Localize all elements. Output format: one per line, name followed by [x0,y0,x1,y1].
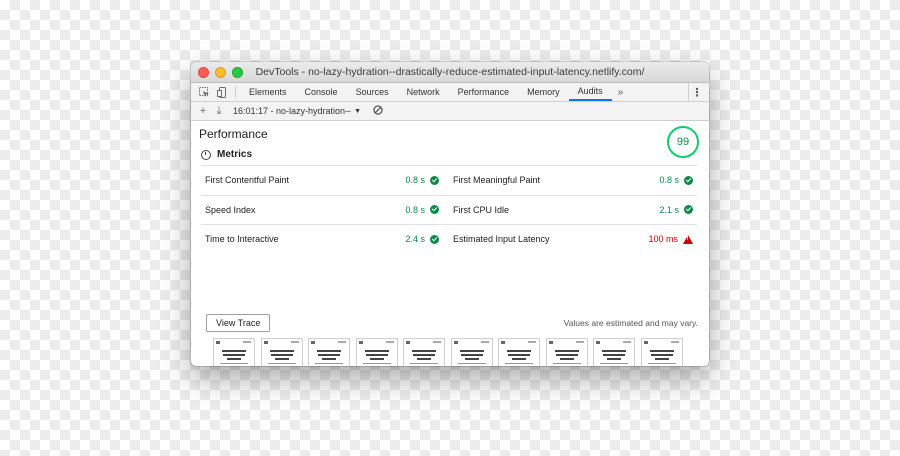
toolbar-divider [235,86,236,98]
more-tabs-icon[interactable]: » [612,83,630,101]
metric-estimated-input-latency: Estimated Input Latency 100 ms [449,225,697,254]
title-bar: DevTools - no-lazy-hydration--drasticall… [191,62,709,83]
audits-toolbar: + ⤓ 16:01:17 - no-lazy-hydration-- ▼ [191,102,709,121]
metrics-row: Time to Interactive 2.4 s Estimated Inpu… [201,224,697,254]
metrics-grid: First Contentful Paint 0.8 s First Meani… [201,165,697,254]
metric-name: Time to Interactive [205,234,279,245]
filmstrip-frame [450,338,493,366]
inspect-element-icon[interactable] [195,83,213,101]
view-trace-button[interactable]: View Trace [206,314,271,332]
report-selector-label: 16:01:17 - no-lazy-hydration-- [233,106,352,116]
report-selector[interactable]: 16:01:17 - no-lazy-hydration-- ▼ [233,106,361,116]
metric-first-meaningful-paint: First Meaningful Paint 0.8 s [449,166,697,195]
metric-name: Estimated Input Latency [453,234,550,245]
pass-check-icon [684,175,693,185]
performance-score-gauge: 99 [667,126,699,158]
metric-value: 100 ms [648,234,693,244]
tab-sources[interactable]: Sources [347,83,398,101]
customize-menu-icon[interactable]: ⋮ [688,83,705,101]
pass-check-icon [430,234,439,244]
filmstrip-frame [545,338,588,366]
metric-time-to-interactive: Time to Interactive 2.4 s [201,225,443,254]
minimize-window-button[interactable] [215,67,226,78]
metric-value: 0.8 s [659,175,693,185]
filmstrip-frame [593,338,635,366]
clear-reports-icon[interactable] [373,104,383,118]
metric-first-contentful-paint: First Contentful Paint 0.8 s [201,166,443,195]
devtools-window: DevTools - no-lazy-hydration--drasticall… [191,62,709,366]
pass-check-icon [430,205,439,215]
filmstrip-frame [260,338,303,366]
tab-elements[interactable]: Elements [240,83,296,101]
panel-tab-bar: Elements Console Sources Network Perform… [191,83,709,102]
metric-name: Speed Index [205,204,256,215]
metric-name: First CPU Idle [453,204,510,215]
filmstrip-frame [498,338,540,366]
tab-network[interactable]: Network [398,83,449,101]
tab-performance[interactable]: Performance [449,83,519,101]
device-toolbar-icon[interactable] [213,83,231,101]
metrics-row: Speed Index 0.8 s First CPU Idle 2.1 s [201,194,697,225]
warning-triangle-icon [683,234,693,244]
metric-value: 2.4 s [405,234,439,244]
filmstrip-frame [355,338,398,366]
metric-name: First Contentful Paint [205,175,290,186]
category-title: Performance [199,127,268,141]
stopwatch-icon [201,149,211,160]
metric-name: First Meaningful Paint [453,175,541,186]
filmstrip-frame [308,338,350,366]
pass-check-icon [430,175,439,185]
window-title: DevTools - no-lazy-hydration--drasticall… [255,66,645,78]
close-window-button[interactable] [198,67,209,78]
tab-audits[interactable]: Audits [568,83,612,101]
metric-value: 2.1 s [659,205,693,215]
tab-memory[interactable]: Memory [518,83,569,101]
metric-first-cpu-idle: First CPU Idle 2.1 s [449,196,697,225]
metric-value: 0.8 s [405,205,439,215]
download-report-icon[interactable]: ⤓ [211,105,227,118]
metric-value: 0.8 s [405,175,439,185]
window-controls [198,67,243,78]
filmstrip-frame [403,338,445,366]
estimate-note: Values are estimated and may vary. [563,318,698,328]
chevron-down-icon: ▼ [354,107,361,115]
metric-speed-index: Speed Index 0.8 s [201,196,443,225]
metrics-heading: Metrics [217,149,253,160]
new-audit-icon[interactable]: + [195,105,211,117]
tab-console[interactable]: Console [296,83,347,101]
maximize-window-button[interactable] [232,67,243,78]
metrics-header: Metrics [201,149,252,160]
filmstrip [213,338,683,366]
filmstrip-frame [213,338,255,366]
pass-check-icon [684,205,693,215]
metrics-row: First Contentful Paint 0.8 s First Meani… [201,165,697,195]
trace-row: View Trace Values are estimated and may … [206,314,698,332]
filmstrip-frame [640,338,683,366]
